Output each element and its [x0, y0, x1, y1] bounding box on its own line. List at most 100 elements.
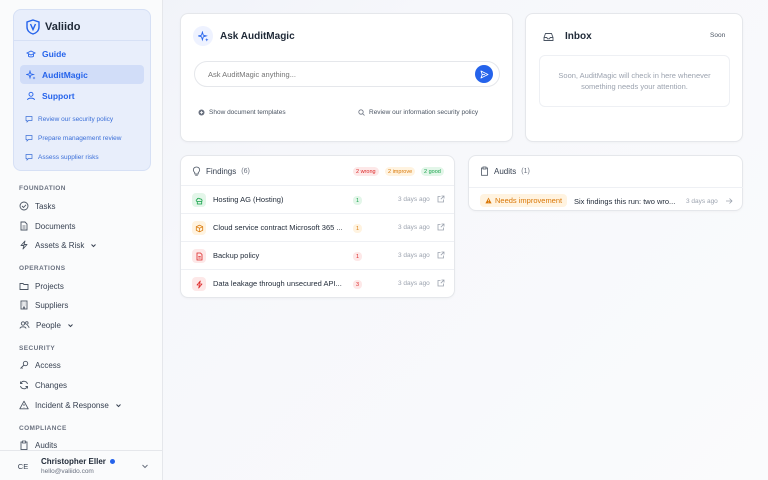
nav-item-projects[interactable]: Projects — [19, 279, 64, 293]
clipboard-icon — [480, 166, 489, 176]
warning-icon — [19, 400, 29, 410]
nav-auditmagic[interactable]: AuditMagic — [20, 65, 144, 84]
chevron-down-icon — [67, 322, 74, 329]
search-icon — [358, 108, 365, 116]
external-link-icon[interactable] — [437, 195, 445, 203]
finding-title: Backup policy — [213, 251, 260, 260]
quick-prompt-security-policy[interactable]: Review our security policy — [25, 112, 113, 126]
wrong-count-badge[interactable]: 2 wrong — [353, 167, 379, 176]
finding-row[interactable]: Backup policy 1 3 days ago — [181, 241, 454, 269]
arrow-right-icon[interactable] — [725, 197, 733, 205]
status-badge: Needs improvement — [480, 194, 568, 207]
quick-prompt-supplier-risks[interactable]: Assess supplier risks — [25, 150, 99, 164]
audit-summary: Six findings this run: two wro... — [574, 197, 676, 206]
finding-time: 3 days ago — [398, 196, 430, 203]
nav-item-documents[interactable]: Documents — [19, 219, 75, 233]
nav-guide-label: Guide — [42, 48, 67, 59]
external-link-icon[interactable] — [437, 251, 445, 259]
finding-time: 3 days ago — [398, 280, 430, 287]
audits-header[interactable]: Audits (1) — [480, 166, 530, 176]
nav-item-label: People — [36, 320, 61, 330]
refresh-icon — [19, 380, 29, 390]
lightning-icon — [192, 277, 206, 291]
shield-logo-icon — [26, 19, 40, 35]
inbox-title: Inbox — [565, 31, 592, 42]
brand-logo[interactable]: Valiido — [26, 16, 80, 38]
sparkles-icon — [193, 26, 213, 46]
nav-item-suppliers[interactable]: Suppliers — [19, 298, 68, 312]
user-name-row: Christopher Eller — [41, 457, 115, 466]
nav-heading-security: SECURITY — [19, 345, 56, 352]
audits-card: Audits (1) Needs improvement Six finding… — [468, 155, 743, 211]
building-icon — [19, 300, 29, 310]
ask-auditmagic-card: Ask AuditMagic Show document templates R… — [180, 13, 513, 142]
external-link-icon[interactable] — [437, 223, 445, 231]
chevron-down-icon — [90, 242, 97, 249]
chevron-down-icon — [115, 402, 122, 409]
file-icon — [192, 249, 206, 263]
add-circle-icon — [198, 109, 205, 116]
clipboard-icon — [19, 440, 29, 450]
user-email: hello@valiido.com — [41, 468, 94, 475]
user-icon — [26, 91, 36, 101]
brand-name: Valiido — [45, 21, 81, 33]
findings-header[interactable]: Findings (6) — [192, 166, 250, 176]
chevron-down-icon[interactable] — [141, 462, 149, 470]
quick-prompt-label: Prepare management review — [38, 134, 122, 142]
nav-heading-compliance: COMPLIANCE — [19, 425, 67, 432]
chat-bubble-icon — [25, 153, 33, 161]
nav-auditmagic-label: AuditMagic — [42, 69, 88, 80]
ask-title: Ask AuditMagic — [220, 31, 295, 42]
status-badge-label: Needs improvement — [495, 196, 563, 205]
nav-item-incident-response[interactable]: Incident & Response — [19, 398, 122, 412]
warning-icon — [485, 197, 492, 204]
show-templates-link[interactable]: Show document templates — [198, 106, 286, 118]
review-policy-link[interactable]: Review our information security policy — [358, 106, 478, 118]
user-menu[interactable]: CE Christopher Eller hello@valiido.com — [0, 450, 162, 480]
inbox-icon — [543, 32, 554, 42]
quick-prompt-management-review[interactable]: Prepare management review — [25, 131, 121, 145]
nav-support[interactable]: Support — [20, 86, 144, 105]
divider — [14, 40, 150, 41]
finding-row[interactable]: Data leakage through unsecured API... 3 … — [181, 269, 454, 297]
nav-item-access[interactable]: Access — [19, 358, 61, 372]
nav-item-label: Audits — [35, 440, 58, 450]
finding-title: Data leakage through unsecured API... — [213, 279, 342, 288]
audit-row[interactable]: Needs improvement Six findings this run:… — [469, 187, 743, 213]
sidebar: Valiido Guide AuditMagic Support Review … — [0, 0, 163, 480]
nav-item-people[interactable]: People — [19, 318, 74, 332]
online-status-dot — [109, 459, 115, 464]
nav-item-changes[interactable]: Changes — [19, 378, 67, 392]
link-label: Review our information security policy — [369, 108, 479, 116]
good-count-badge[interactable]: 2 good — [421, 167, 444, 176]
nav-item-tasks[interactable]: Tasks — [19, 199, 55, 213]
avatar: CE — [17, 461, 29, 471]
ask-input[interactable] — [194, 61, 500, 87]
finding-title: Hosting AG (Hosting) — [213, 195, 284, 204]
chat-bubble-icon — [25, 134, 33, 142]
user-name: Christopher Eller — [41, 457, 106, 466]
box-icon — [192, 221, 206, 235]
finding-row[interactable]: Cloud service contract Microsoft 365 ...… — [181, 213, 454, 241]
audits-count: (1) — [521, 167, 530, 175]
findings-card: Findings (6) 2 wrong 2 improve 2 good Ho… — [180, 155, 455, 298]
nav-item-assets-risk[interactable]: Assets & Risk — [19, 238, 97, 252]
document-icon — [19, 221, 29, 231]
quick-prompt-label: Review our security policy — [38, 115, 114, 123]
cloud-server-icon — [192, 193, 206, 207]
inbox-empty-message: Soon, AuditMagic will check in here when… — [539, 55, 730, 107]
quick-prompt-label: Assess supplier risks — [38, 153, 99, 161]
finding-count-badge: 1 — [353, 224, 362, 233]
finding-row[interactable]: Hosting AG (Hosting) 1 3 days ago — [181, 185, 454, 213]
external-link-icon[interactable] — [437, 279, 445, 287]
nav-item-label: Projects — [35, 281, 64, 291]
send-button[interactable] — [475, 65, 493, 83]
nav-heading-foundation: FOUNDATION — [19, 185, 66, 192]
finding-count-badge: 3 — [353, 280, 362, 289]
bolt-icon — [19, 240, 29, 250]
audit-time: 3 days ago — [686, 198, 718, 205]
chat-bubble-icon — [25, 115, 33, 123]
improve-count-badge[interactable]: 2 improve — [385, 167, 416, 176]
lightbulb-icon — [192, 166, 201, 176]
nav-guide[interactable]: Guide — [20, 44, 144, 63]
